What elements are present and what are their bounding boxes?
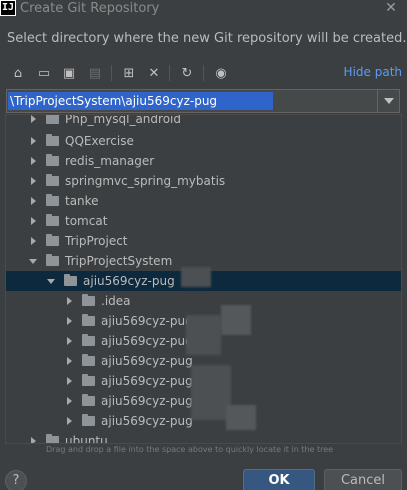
refresh-icon[interactable]: ↻ — [178, 64, 196, 82]
chevron-down-icon[interactable] — [28, 256, 38, 266]
chevron-right-icon[interactable] — [28, 156, 38, 166]
redacted-area — [221, 305, 251, 335]
redacted-area — [191, 365, 231, 420]
chevron-right-icon[interactable] — [28, 216, 38, 226]
path-dropdown-button[interactable] — [377, 90, 399, 112]
toolbar-separator — [203, 65, 204, 81]
chevron-right-icon[interactable] — [28, 236, 38, 246]
tree-item-label: ajiu569cyz-pug — [83, 274, 175, 288]
tree-item-label: TripProject — [65, 234, 128, 248]
tree-row[interactable]: TripProject — [6, 231, 401, 251]
project-icon[interactable]: ▣ — [60, 64, 78, 82]
chevron-right-icon[interactable] — [28, 176, 38, 186]
folder-icon — [46, 194, 59, 206]
directory-tree[interactable]: Php_mysql_android QQExercise redis_manag… — [5, 114, 402, 444]
tree-item-label: redis_manager — [65, 154, 155, 168]
chevron-right-icon[interactable] — [64, 396, 74, 406]
folder-icon — [46, 174, 59, 186]
tree-item-label: ajiu569cyz-pug — [101, 314, 193, 328]
chevron-right-icon[interactable] — [64, 376, 74, 386]
tree-item-label: ajiu569cyz-pug — [101, 374, 193, 388]
tree-row[interactable]: QQExercise — [6, 131, 401, 151]
folder-icon — [82, 414, 95, 426]
title-bar: IJ Create Git Repository ✕ — [0, 0, 407, 20]
tree-item-label: ajiu569cyz-pug — [101, 414, 193, 428]
redacted-area — [186, 315, 221, 355]
dialog-description: Select directory where the new Git repos… — [7, 31, 407, 46]
tree-item-label: tanke — [65, 194, 99, 208]
folder-icon — [82, 334, 95, 346]
tree-item-label: ubuntu — [65, 434, 108, 444]
home-icon[interactable]: ⌂ — [9, 64, 27, 82]
tree-row[interactable]: .idea — [6, 291, 401, 311]
folder-icon — [46, 254, 59, 266]
chevron-right-icon[interactable] — [28, 436, 38, 443]
help-button[interactable]: ? — [5, 470, 27, 490]
drag-drop-hint: Drag and drop a file into the space abov… — [46, 445, 334, 454]
chevron-right-icon[interactable] — [28, 196, 38, 206]
folder-icon — [82, 374, 95, 386]
close-icon[interactable]: ✕ — [383, 0, 399, 16]
redacted-area — [181, 267, 211, 287]
tree-item-label: tomcat — [65, 214, 108, 228]
tree-item-label: .idea — [101, 294, 131, 308]
folder-icon — [46, 434, 59, 443]
toolbar-separator — [169, 65, 170, 81]
tree-row[interactable]: springmvc_spring_mybatis — [6, 171, 401, 191]
chevron-down-icon[interactable] — [46, 276, 56, 286]
tree-row[interactable]: ubuntu — [6, 431, 401, 444]
path-input[interactable]: \TripProjectSystem\ajiu569cyz-pug — [6, 89, 400, 113]
tree-item-label: ajiu569cyz-pug — [101, 354, 193, 368]
desktop-icon[interactable]: ▭ — [35, 64, 53, 82]
tree-item-label: ajiu569cyz-pug — [101, 394, 193, 408]
tree-item-label: Php_mysql_android — [65, 114, 181, 126]
chevron-right-icon[interactable] — [64, 416, 74, 426]
tree-row[interactable]: tanke — [6, 191, 401, 211]
hide-path-link[interactable]: Hide path — [344, 65, 402, 79]
chevron-right-icon[interactable] — [64, 356, 74, 366]
folder-icon — [46, 234, 59, 246]
window-title: Create Git Repository — [20, 1, 160, 16]
folder-icon — [46, 214, 59, 226]
folder-icon — [82, 394, 95, 406]
folder-icon — [46, 115, 59, 124]
chevron-right-icon[interactable] — [64, 296, 74, 306]
show-hidden-icon[interactable]: ◉ — [212, 64, 230, 82]
delete-icon[interactable]: ✕ — [145, 64, 163, 82]
tree-item-label: QQExercise — [65, 134, 134, 148]
chevron-down-icon — [383, 98, 394, 104]
chevron-right-icon[interactable] — [28, 136, 38, 146]
path-text[interactable]: \TripProjectSystem\ajiu569cyz-pug — [8, 92, 273, 110]
tree-item-label: ajiu569cyz-pug — [101, 334, 193, 348]
chevron-right-icon[interactable] — [64, 336, 74, 346]
tree-row[interactable]: Php_mysql_android — [6, 114, 401, 129]
folder-icon — [46, 154, 59, 166]
ok-button[interactable]: OK — [243, 469, 315, 490]
redacted-area — [226, 405, 256, 430]
tree-item-label: TripProjectSystem — [65, 254, 173, 268]
cancel-button[interactable]: Cancel — [324, 469, 402, 490]
toolbar-separator — [111, 65, 112, 81]
folder-icon — [82, 314, 95, 326]
new-folder-icon[interactable]: ⊞ — [120, 64, 138, 82]
folder-icon — [46, 134, 59, 146]
folder-icon — [82, 354, 95, 366]
tree-row[interactable]: tomcat — [6, 211, 401, 231]
chevron-right-icon[interactable] — [28, 115, 38, 124]
tree-row[interactable]: redis_manager — [6, 151, 401, 171]
folder-icon — [64, 274, 77, 286]
chevron-right-icon[interactable] — [64, 316, 74, 326]
tree-item-label: springmvc_spring_mybatis — [65, 174, 226, 188]
intellij-app-icon: IJ — [0, 0, 16, 16]
module-icon[interactable]: ▤ — [86, 64, 104, 82]
folder-icon — [82, 294, 95, 306]
